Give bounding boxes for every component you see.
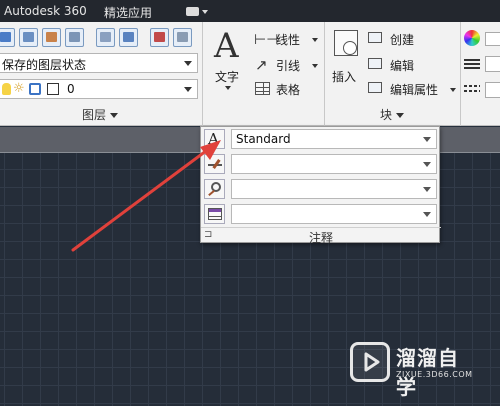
watermark: 溜溜自学 ZIXUE.3D66.COM [350, 340, 473, 399]
watermark-logo-icon [350, 342, 390, 382]
watermark-url: ZIXUE.3D66.COM [396, 370, 473, 379]
